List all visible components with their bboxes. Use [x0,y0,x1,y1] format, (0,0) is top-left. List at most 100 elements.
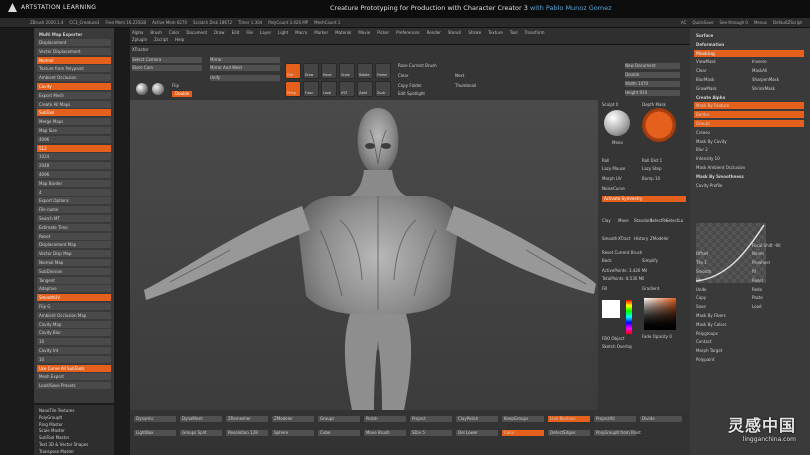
left-panel-item[interactable]: 10 [37,355,111,363]
left-panel-item[interactable]: SubTool [37,109,111,117]
menu-item[interactable]: Light [278,30,288,35]
right-panel-item[interactable]: Mask Ambient Occlusion [694,164,804,171]
menu-item[interactable]: Movie [358,30,370,35]
brush-panel-item[interactable]: Bump 10 [642,176,660,182]
bottom-toolbar-item[interactable]: LightBox [134,430,176,436]
hue-slider[interactable] [626,300,632,334]
left-panel-item[interactable]: Flip G [37,303,111,310]
right-panel-item[interactable]: SharpenMask [750,76,802,83]
left-panel-item[interactable]: Search MT [37,215,111,222]
brush-panel-item[interactable]: Lazy Step [642,166,662,172]
bottom-toolbar-item[interactable]: Groups Split [180,430,222,436]
menu-item[interactable]: Render [427,30,441,35]
left-panel-item[interactable]: 512 [37,144,111,152]
matcap-preview-icon[interactable] [604,110,630,136]
double-doc-button[interactable]: Double [625,72,680,78]
zbar-right-item[interactable]: Menus [754,20,767,25]
bottom-toolbar-item[interactable]: Cube [318,430,360,436]
left-panel-item[interactable]: Cavity Blur [37,329,111,337]
menu-item[interactable]: Picker [377,30,389,35]
right-panel-item[interactable]: MaskAll [750,67,802,74]
clear-button[interactable]: Clear [398,73,408,79]
menu-item[interactable]: Edit [232,30,240,35]
brush-panel-item[interactable]: Back [602,258,612,264]
brush-panel-item[interactable]: Sketch Overlay [602,344,632,350]
brush-panel-item[interactable]: Simplify [642,258,658,264]
right-panel-item[interactable]: Masking [694,49,804,57]
right-panel-item[interactable]: Save [694,303,746,310]
flip-button[interactable]: Flip [172,83,179,89]
left-panel-item[interactable]: Displacement Map [37,241,111,249]
color-picker[interactable] [644,298,676,330]
zbar-right-item[interactable]: QuickSave [692,20,713,25]
mirror-weld-button[interactable]: Mirror And Weld [210,65,280,71]
left-panel-item[interactable]: Cavity Map [37,320,111,328]
left-panel-item[interactable]: Map Size [37,127,111,134]
left-panel-item[interactable]: Adaptive [37,285,111,293]
brush-panel-item[interactable]: FBO Object [602,336,624,342]
right-panel-item[interactable]: Deformation [694,41,804,48]
menu-item[interactable]: Brush [150,30,162,35]
right-panel-item[interactable]: Nonm [750,250,802,257]
right-panel-item[interactable]: Copy [694,294,746,301]
brush-panel-item[interactable]: Fade Opacity 0 [642,334,672,340]
bottom-toolbar-item[interactable]: ZModeler [272,416,314,422]
material-sphere-2-icon[interactable] [152,83,164,95]
brush-panel-item[interactable]: Activate Symmetry [602,196,686,202]
double-button[interactable]: Double [172,91,193,97]
left-panel-item[interactable]: Vector Displacement [37,47,111,55]
left-panel-item[interactable]: Reset [37,232,111,240]
brush-panel-item[interactable]: Sculpt 0 [602,102,618,108]
bottom-toolbar-item[interactable]: ClayPolish [456,416,498,422]
bottom-toolbar-item[interactable]: DetectEdges [548,430,590,436]
right-panel-item[interactable]: Cavity Profile [694,182,804,189]
unify-button[interactable]: Unify [210,75,280,81]
bottom-toolbar-item[interactable]: Sphere [272,430,314,436]
left-panel-item[interactable]: SubDivision [37,267,111,275]
store-cam-button[interactable]: Store Cam [132,65,202,71]
3d-viewport[interactable] [130,100,598,410]
brush-panel-item[interactable]: Roll [602,158,609,164]
brush-panel-item[interactable]: XTract [618,236,630,242]
material-sphere-icon[interactable] [136,83,148,95]
menu-item[interactable]: Zscript [154,37,168,42]
brush-panel-item[interactable]: Reset Current Brush [602,250,642,256]
right-panel-item[interactable]: Redo [750,286,802,293]
right-panel-item[interactable]: Mask By Feature [694,102,804,110]
left-panel-item[interactable]: Use Curve All SubTools [37,364,111,372]
right-panel-item[interactable]: Smooth [694,268,746,275]
left-panel-item[interactable]: 2048 [37,162,111,170]
left-panel-item[interactable]: 4 [37,188,111,196]
right-panel-item[interactable]: Load [750,303,802,310]
right-panel-item[interactable]: Create Alpha [694,94,804,101]
next-button[interactable]: Next [455,73,464,79]
bottom-toolbar-item[interactable]: ProjectAll [594,416,636,422]
right-panel-item[interactable]: Rf [750,268,802,275]
brush-panel-item[interactable]: ZModeler [650,236,669,242]
left-panel-item[interactable]: 4096 [37,171,111,178]
left-panel-item[interactable]: Ambient Occlusion Map [37,311,111,319]
brush-panel-item[interactable]: ActivePoints: 3.426 Mil [602,268,647,274]
bottom-toolbar-item[interactable]: Project [410,416,452,422]
left-panel-item[interactable]: SmoothUV [37,294,111,302]
left-panel-item[interactable]: 1024 [37,153,111,161]
right-panel-item[interactable]: BlurMask [694,76,746,83]
brush-panel-item[interactable]: NoiseCurve [602,186,625,192]
zbar-right-item[interactable]: DefaultZScript [773,20,802,25]
right-panel-item[interactable]: Rf [694,277,746,284]
mode-button-xyz[interactable]: XYZ [339,81,355,97]
left-panel-item[interactable]: Load/Save Presets [37,382,111,390]
left-panel-item[interactable]: Normal [37,56,111,64]
right-panel-item[interactable]: Mask By Cavity [694,138,804,145]
menu-item[interactable]: Texture [488,30,503,35]
left-panel-item[interactable]: Export Options [37,197,111,205]
menu-item[interactable]: Tool [510,30,518,35]
mode-button-rotate[interactable]: Rotate [357,63,373,79]
mode-button-zsub[interactable]: Zsub [375,81,391,97]
right-panel-item[interactable]: ShrinkMask [750,85,802,92]
menu-item[interactable]: Help [175,37,184,42]
bottom-toolbar-item[interactable]: ZRemesher [226,416,268,422]
left-panel-item[interactable]: Ambient Occlusion [37,74,111,82]
menu-item[interactable]: Draw [214,30,224,35]
right-panel-item[interactable]: Morph Target [694,347,804,354]
